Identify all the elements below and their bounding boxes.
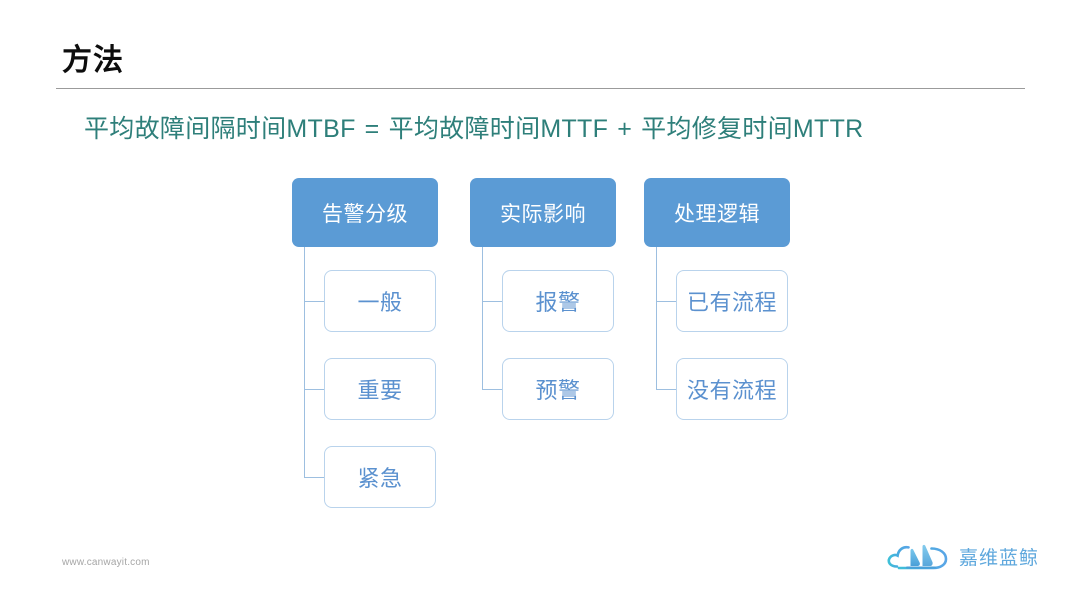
node-child-general[interactable]: 一般: [324, 270, 436, 332]
footer-website-url: www.canwayit.com: [62, 557, 150, 568]
formula-left-term: 平均故障间隔时间MTBF: [84, 115, 356, 143]
connector-stub: [304, 389, 324, 390]
node-child-alarm[interactable]: 报警: [502, 270, 614, 332]
node-header-processing-logic[interactable]: 处理逻辑: [644, 178, 790, 247]
node-child-important[interactable]: 重要: [324, 358, 436, 420]
node-child-urgent[interactable]: 紧急: [324, 446, 436, 508]
page-title: 方法: [62, 44, 124, 77]
node-child-no-process[interactable]: 没有流程: [676, 358, 788, 420]
connector-trunk: [656, 247, 657, 389]
connector-trunk: [304, 247, 305, 477]
alert-handling-tree-diagram: 告警分级 一般 重要 紧急 实际影响 报警 预警 处理逻辑 已有流程 没有流程: [0, 0, 1080, 608]
formula-equals-operator: =: [364, 115, 380, 143]
brand-logo-text: 嘉维蓝鲸: [959, 547, 1040, 569]
connector-stub: [656, 301, 676, 302]
node-header-actual-impact[interactable]: 实际影响: [470, 178, 616, 247]
mtbf-formula: 平均故障间隔时间MTBF = 平均故障时间MTTF + 平均修复时间MTTR: [84, 109, 864, 145]
brand-logo: 嘉维蓝鲸: [886, 536, 1039, 576]
formula-right-term: 平均修复时间MTTR: [641, 115, 864, 143]
title-divider: [56, 88, 1025, 89]
slide-canvas: 方法 平均故障间隔时间MTBF = 平均故障时间MTTF + 平均修复时间MTTR 告警…: [0, 0, 1080, 608]
cloud-whale-logo-icon: [887, 544, 948, 570]
node-child-pre-alarm[interactable]: 预警: [502, 358, 614, 420]
node-header-alert-grading[interactable]: 告警分级: [292, 178, 438, 247]
formula-middle-term: 平均故障时间MTTF: [388, 115, 609, 143]
connector-stub: [656, 389, 676, 390]
formula-plus-operator: +: [617, 115, 633, 143]
connector-stub: [482, 389, 502, 390]
node-child-has-process[interactable]: 已有流程: [676, 270, 788, 332]
connector-stub: [482, 301, 502, 302]
connector-stub: [304, 477, 324, 478]
connector-trunk: [482, 247, 483, 389]
connector-stub: [304, 301, 324, 302]
